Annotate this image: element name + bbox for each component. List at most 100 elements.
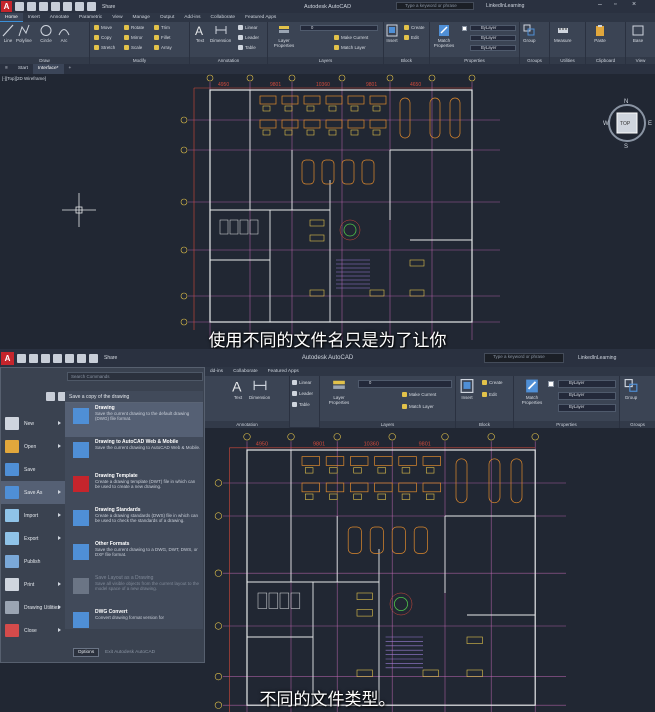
- exit-autocad-button[interactable]: Exit Autodesk AutoCAD: [105, 648, 201, 657]
- array-button[interactable]: Array: [154, 45, 172, 50]
- tab-home[interactable]: Home: [0, 13, 23, 22]
- arc-button[interactable]: Arc: [58, 24, 70, 43]
- save-as-entry[interactable]: DWG Convert Convert drawing format versio…: [65, 607, 203, 641]
- move-button[interactable]: Move: [94, 25, 112, 30]
- match-properties-button[interactable]: Match Properties: [518, 378, 546, 405]
- annotation-group-label[interactable]: Annotation: [205, 421, 289, 428]
- menu-item-save-as[interactable]: Save As: [1, 481, 65, 504]
- menu-item-drawing-utilities[interactable]: Drawing Utilities: [1, 596, 65, 619]
- linear-button[interactable]: Linear: [238, 25, 258, 30]
- tab-parametric[interactable]: Parametric: [74, 13, 107, 22]
- layer-dropdown[interactable]: 0: [358, 380, 452, 388]
- save-as-entry[interactable]: Drawing Template Create a drawing templat…: [65, 471, 203, 505]
- save-icon[interactable]: [39, 2, 48, 11]
- annotation-group-label[interactable]: Annotation: [190, 57, 267, 64]
- stretch-button[interactable]: Stretch: [94, 45, 115, 50]
- linetype-dropdown[interactable]: ByLayer: [470, 35, 516, 41]
- tab-addins[interactable]: Add-ins: [179, 13, 205, 22]
- tab-output[interactable]: Output: [155, 13, 179, 22]
- menu-item-print[interactable]: Print: [1, 573, 65, 596]
- save-as-entry[interactable]: Drawing Standards Create a drawing standa…: [65, 505, 203, 539]
- match-properties-button[interactable]: Match Properties: [432, 24, 456, 48]
- layer-properties-button[interactable]: Layer Properties: [324, 378, 354, 405]
- measure-button[interactable]: Measure: [554, 24, 572, 43]
- layer-properties-button[interactable]: Layer Properties: [272, 24, 296, 48]
- menu-item-publish[interactable]: Publish: [1, 550, 65, 573]
- groups-group-label[interactable]: Groups: [620, 421, 655, 428]
- polyline-button[interactable]: Polyline: [16, 24, 32, 43]
- group-button[interactable]: Group: [523, 24, 536, 43]
- modify-group-label[interactable]: Modify: [90, 57, 189, 64]
- autocad-logo-icon[interactable]: A: [1, 351, 14, 365]
- redo-icon[interactable]: [89, 353, 98, 363]
- copy-button[interactable]: Copy: [94, 35, 112, 40]
- draw-group-label[interactable]: Draw: [0, 57, 89, 64]
- trim-button[interactable]: Trim: [154, 25, 170, 30]
- options-button[interactable]: Options: [73, 648, 99, 657]
- undo-icon[interactable]: [77, 353, 86, 363]
- minimize-icon[interactable]: –: [598, 1, 602, 8]
- lineweight-dropdown[interactable]: ByLayer: [558, 404, 616, 412]
- drawing-area[interactable]: 4950 9801 10360 9801: [205, 428, 655, 712]
- tab-featured-apps[interactable]: Featured Apps: [263, 367, 304, 376]
- print-icon[interactable]: [65, 353, 74, 363]
- menu-item-open[interactable]: Open: [1, 435, 65, 458]
- create-block-button[interactable]: Create: [482, 380, 503, 385]
- maximize-icon[interactable]: ▫: [614, 1, 616, 8]
- leader-button[interactable]: Leader: [292, 391, 313, 396]
- lineweight-dropdown[interactable]: ByLayer: [470, 45, 516, 51]
- tab-featured-apps[interactable]: Featured Apps: [240, 13, 281, 22]
- save-as-entry[interactable]: Drawing Save the current drawing to the d…: [65, 403, 203, 437]
- tab-collaborate[interactable]: Collaborate: [206, 13, 241, 22]
- undo-icon[interactable]: [75, 2, 84, 11]
- redo-icon[interactable]: [87, 2, 96, 11]
- clipboard-group-label[interactable]: Clipboard: [586, 57, 625, 64]
- view-group-label[interactable]: View: [626, 57, 655, 64]
- insert-button[interactable]: Insert: [460, 378, 474, 400]
- layers-group-label[interactable]: Layers: [268, 57, 383, 64]
- dimension-button[interactable]: Dimension: [249, 378, 270, 400]
- linear-button[interactable]: Linear: [292, 380, 312, 385]
- rotate-button[interactable]: Rotate: [124, 25, 144, 30]
- group-button[interactable]: Group: [624, 378, 638, 400]
- circle-button[interactable]: Circle: [40, 24, 52, 43]
- make-current-button[interactable]: Make Current: [334, 35, 368, 40]
- paste-button[interactable]: Paste: [594, 24, 606, 43]
- edit-block-button[interactable]: Edit: [404, 35, 419, 40]
- recent-documents-icon[interactable]: [46, 392, 55, 401]
- search-input[interactable]: Type a keyword or phrase: [484, 353, 564, 363]
- properties-group-label[interactable]: Properties: [430, 57, 519, 64]
- print-icon[interactable]: [63, 2, 72, 11]
- block-group-label[interactable]: Block: [384, 57, 429, 64]
- tab-addins[interactable]: dd-ins: [205, 367, 228, 376]
- save-as-entry[interactable]: Other Formats Save the current drawing to…: [65, 539, 203, 573]
- save-as-icon[interactable]: [51, 2, 60, 11]
- fillet-button[interactable]: Fillet: [154, 35, 171, 40]
- menu-item-close[interactable]: Close: [1, 619, 65, 642]
- new-tab-icon[interactable]: +: [64, 64, 77, 74]
- menu-item-save[interactable]: Save: [1, 458, 65, 481]
- color-dropdown[interactable]: ByLayer: [470, 25, 516, 31]
- share-button[interactable]: Share: [102, 4, 115, 10]
- tab-interface[interactable]: Interface*: [32, 64, 64, 74]
- menu-item-import[interactable]: Import: [1, 504, 65, 527]
- save-as-entry[interactable]: Drawing to AutoCAD Web & Mobile Save the …: [65, 437, 203, 471]
- user-account[interactable]: LinkedInLearning: [486, 3, 524, 9]
- create-block-button[interactable]: Create: [404, 25, 425, 30]
- scale-button[interactable]: Scale: [124, 45, 142, 50]
- drawing-area[interactable]: [-][Top][2D Wireframe] 4950 9801 10360 9801…: [0, 74, 655, 349]
- tab-collaborate[interactable]: Collaborate: [228, 367, 263, 376]
- tab-view[interactable]: View: [107, 13, 127, 22]
- save-as-icon[interactable]: [53, 353, 62, 363]
- layer-dropdown[interactable]: 0: [300, 25, 378, 31]
- line-button[interactable]: Line: [2, 24, 14, 43]
- tab-annotate[interactable]: Annotate: [45, 13, 74, 22]
- tab-insert[interactable]: Insert: [23, 13, 45, 22]
- color-dropdown[interactable]: ByLayer: [558, 380, 616, 388]
- layers-group-label[interactable]: Layers: [320, 421, 455, 428]
- base-button[interactable]: Base: [632, 24, 644, 43]
- menu-icon[interactable]: ≡: [0, 64, 13, 74]
- make-current-button[interactable]: Make Current: [402, 392, 436, 397]
- menu-item-export[interactable]: Export: [1, 527, 65, 550]
- properties-group-label[interactable]: Properties: [514, 421, 619, 428]
